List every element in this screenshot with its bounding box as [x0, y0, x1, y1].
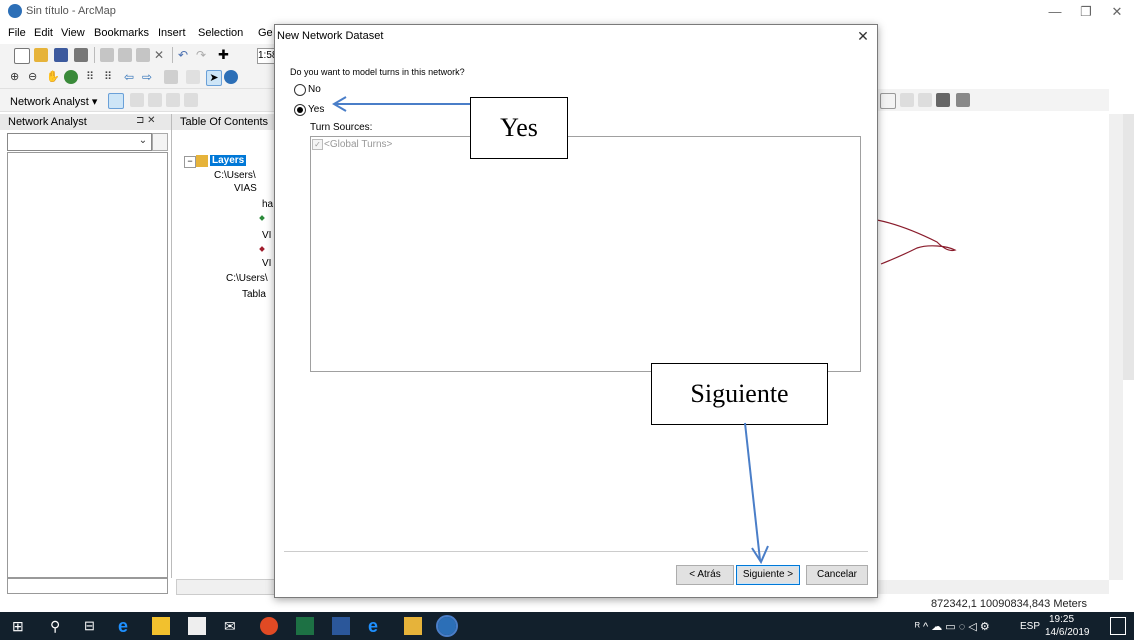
- language-indicator[interactable]: ESP: [1020, 621, 1040, 632]
- chrome-icon[interactable]: [260, 617, 278, 635]
- internet-explorer-icon[interactable]: e: [368, 617, 386, 635]
- edge-icon[interactable]: e: [118, 617, 136, 635]
- excel-icon[interactable]: [296, 617, 314, 635]
- annotation-arrows: [332, 96, 769, 565]
- windows-start-icon[interactable]: ⊞: [12, 617, 30, 635]
- word-icon[interactable]: [332, 617, 350, 635]
- system-tray-icons[interactable]: ᴿ ^ ☁ ▭ ◌ ◁ ⚙: [915, 620, 990, 633]
- notifications-icon[interactable]: [1110, 617, 1126, 635]
- arrow-to-next: [744, 422, 761, 561]
- task-view-icon[interactable]: ⊟: [84, 617, 102, 635]
- arccatalog-icon[interactable]: [404, 617, 422, 635]
- file-explorer-icon[interactable]: [152, 617, 170, 635]
- clock-date[interactable]: 14/6/2019: [1045, 627, 1090, 638]
- arcmap-taskbar-icon[interactable]: [436, 615, 458, 637]
- clock-time[interactable]: 19:25: [1049, 614, 1074, 625]
- search-icon[interactable]: ⚲: [50, 617, 68, 635]
- mail-icon[interactable]: ✉: [224, 617, 242, 635]
- store-icon[interactable]: [188, 617, 206, 635]
